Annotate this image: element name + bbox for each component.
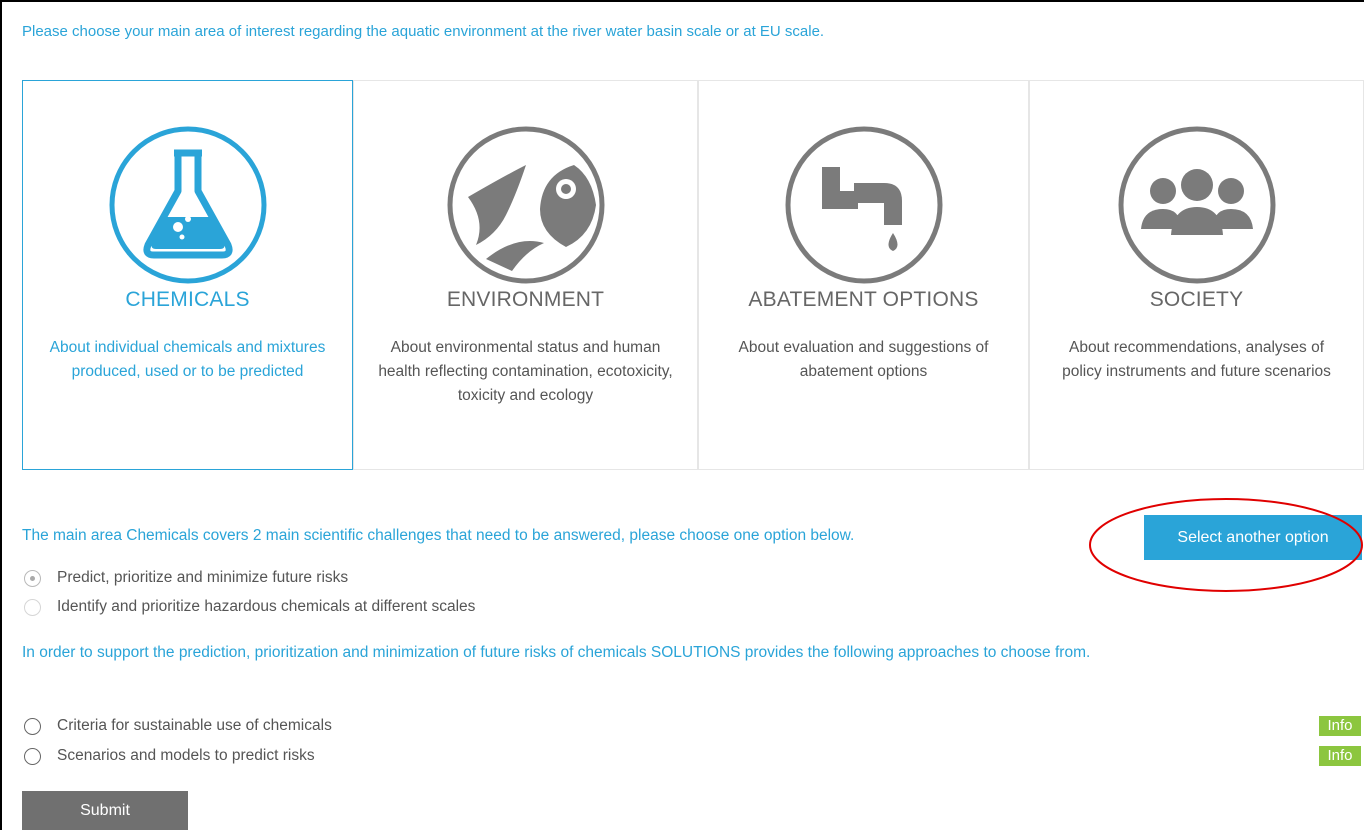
card-chemicals[interactable]: CHEMICALS About individual chemicals and…	[22, 80, 353, 470]
radio-button[interactable]	[24, 717, 41, 735]
card-description: About individual chemicals and mixtures …	[49, 339, 326, 380]
card-title: SOCIETY	[1149, 288, 1244, 311]
radio-label: Identify and prioritize hazardous chemic…	[57, 598, 476, 615]
card-description: About recommendations, analyses of polic…	[1062, 339, 1331, 380]
info-button-criteria[interactable]: Info	[1319, 716, 1361, 736]
window-top-border	[0, 0, 1364, 2]
radio-label: Predict, prioritize and minimize future …	[57, 569, 349, 586]
approaches-text: In order to support the prediction, prio…	[22, 644, 1091, 661]
people-group-icon	[1118, 126, 1275, 284]
fish-plant-icon	[447, 126, 604, 284]
flask-icon	[109, 126, 266, 284]
radio-button[interactable]	[24, 598, 41, 616]
card-description: About evaluation and suggestions of abat…	[738, 339, 989, 380]
radio-label: Scenarios and models to predict risks	[57, 747, 315, 764]
submit-button[interactable]: Submit	[22, 791, 188, 830]
intro-text: Please choose your main area of interest…	[22, 23, 825, 40]
radio-button[interactable]	[24, 569, 41, 587]
window-left-border	[0, 0, 2, 830]
area-cards: CHEMICALS About individual chemicals and…	[22, 80, 1364, 472]
challenge-option-predict[interactable]: Predict, prioritize and minimize future …	[24, 568, 348, 588]
approach-option-criteria[interactable]: Criteria for sustainable use of chemical…	[24, 716, 332, 736]
card-title: ABATEMENT OPTIONS	[748, 288, 979, 311]
challenge-text: The main area Chemicals covers 2 main sc…	[22, 527, 855, 544]
card-society[interactable]: SOCIETY About recommendations, analyses …	[1029, 80, 1364, 470]
card-description: About environmental status and human hea…	[378, 339, 673, 404]
card-abatement-options[interactable]: ABATEMENT OPTIONS About evaluation and s…	[698, 80, 1029, 470]
info-button-scenarios[interactable]: Info	[1319, 746, 1361, 766]
challenge-option-identify[interactable]: Identify and prioritize hazardous chemic…	[24, 597, 475, 617]
card-title: CHEMICALS	[125, 288, 250, 311]
radio-button[interactable]	[24, 747, 41, 765]
radio-label: Criteria for sustainable use of chemical…	[57, 717, 332, 734]
faucet-drop-icon	[785, 126, 942, 284]
approach-option-scenarios[interactable]: Scenarios and models to predict risks	[24, 746, 315, 766]
card-environment[interactable]: ENVIRONMENT About environmental status a…	[353, 80, 698, 470]
select-another-option-button[interactable]: Select another option	[1144, 515, 1362, 560]
card-title: ENVIRONMENT	[446, 288, 605, 311]
